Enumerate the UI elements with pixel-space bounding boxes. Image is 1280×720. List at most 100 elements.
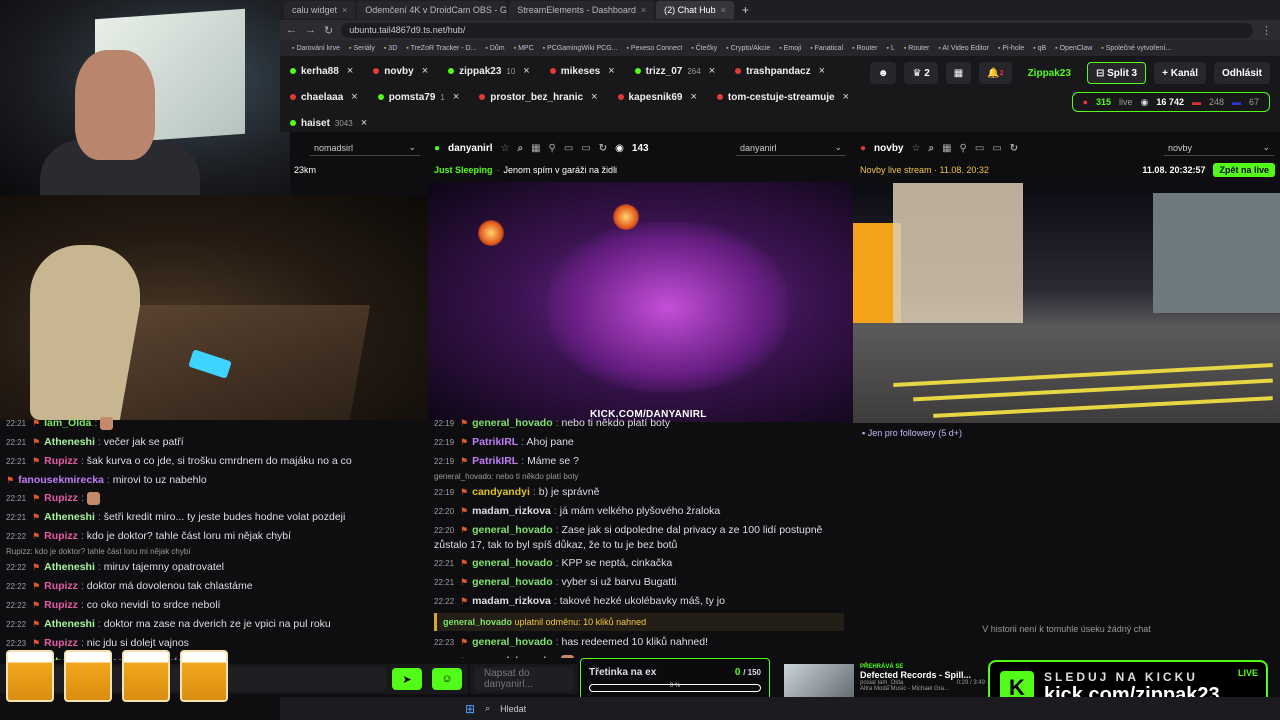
bookmark-item[interactable]: qB (1033, 45, 1047, 52)
pin-icon[interactable]: ⚲ (960, 143, 967, 154)
chat-username[interactable]: general_hovado (472, 524, 553, 536)
send-button[interactable]: ➤ (392, 668, 422, 690)
close-icon[interactable]: × (608, 65, 614, 77)
refresh-icon[interactable]: ↻ (1010, 143, 1018, 154)
chat-username[interactable]: Atheneshi (44, 511, 95, 523)
menu-icon[interactable]: ⋮ (1261, 24, 1280, 37)
chat-username[interactable]: Rupizz (44, 580, 78, 592)
close-icon[interactable]: × (709, 65, 715, 77)
channel-chip[interactable]: trizz_07 264 × (625, 60, 725, 82)
close-icon[interactable]: × (422, 65, 428, 77)
mid-stream-video[interactable]: KICK.COM/DANYANIRL (428, 182, 853, 422)
close-icon[interactable]: × (347, 65, 353, 77)
channel-chip[interactable]: kerha88 × (280, 60, 363, 82)
bookmark-item[interactable]: OpenClaw (1055, 45, 1093, 52)
address-input[interactable]: ubuntu.tail4867d9.ts.net/hub/ (341, 22, 1253, 38)
bookmark-item[interactable]: TreZoR Tracker - D... (406, 45, 477, 52)
right-channel-select[interactable]: novby ⌄ (1164, 140, 1274, 156)
bookmark-item[interactable]: Dům (485, 45, 505, 52)
back-to-live-button[interactable]: Zpět na live (1213, 163, 1275, 177)
close-icon[interactable]: × (843, 91, 849, 103)
chat-username[interactable]: Atheneshi (44, 618, 95, 630)
bookmark-item[interactable]: MPC (514, 45, 534, 52)
close-icon[interactable]: × (819, 65, 825, 77)
windows-icon[interactable]: ⊞ (465, 702, 475, 716)
chat-username[interactable]: general_hovado (472, 576, 553, 588)
chat-username[interactable]: general_hovado (443, 617, 512, 627)
reload-icon[interactable]: ↻ (324, 24, 333, 37)
channel-chip[interactable]: haiset 3043 × (280, 112, 377, 134)
pin-icon[interactable]: ⚲ (549, 143, 556, 154)
chat-username[interactable]: general_hovado (472, 655, 553, 658)
browser-tab[interactable]: StreamElements - Dashboard × (509, 1, 655, 19)
channel-name[interactable]: novby (874, 143, 903, 154)
chat-username[interactable]: Atheneshi (44, 436, 95, 448)
bookmark-item[interactable]: Pi-hole (998, 45, 1024, 52)
channel-chip[interactable]: pomsta79 1 × (368, 86, 470, 108)
bookmark-item[interactable]: Pexeso Connect (626, 45, 682, 52)
chat-username[interactable]: Rupizz (44, 455, 78, 467)
chat-username[interactable]: Rupizz (44, 637, 78, 649)
screen-icon[interactable]: ▭ (581, 143, 590, 154)
browser-tab-active[interactable]: (2) Chat Hub × (656, 1, 734, 19)
chat-icon[interactable]: ▭ (564, 143, 573, 154)
channel-chip[interactable]: trashpandacz × (725, 60, 835, 82)
chat-username[interactable]: Rupizz (44, 599, 78, 611)
star-icon[interactable]: ☆ (501, 143, 510, 154)
channel-chip[interactable]: tom-cestuje-streamuje × (707, 86, 859, 108)
right-stream-video[interactable] (853, 183, 1280, 423)
left-channel-select[interactable]: nomadsirl ⌄ (310, 140, 420, 156)
search-icon[interactable]: ⌕ (485, 703, 490, 714)
new-tab-icon[interactable]: + (736, 3, 755, 17)
chat-username[interactable]: general_hovado (472, 557, 553, 569)
channel-chip[interactable]: chaelaaa × (280, 86, 368, 108)
bookmark-item[interactable]: Seriály (349, 45, 374, 52)
close-icon[interactable]: × (453, 91, 459, 103)
bookmark-item[interactable]: Router (852, 45, 878, 52)
search-icon[interactable]: ⌕ (517, 143, 523, 154)
close-icon[interactable]: × (351, 91, 357, 103)
browser-tab[interactable]: Odemčení 4K v DroidCam OBS - Go...× (357, 1, 508, 19)
chat-username[interactable]: Iam_Olda (44, 417, 91, 429)
chat-username[interactable]: general_hovado (472, 636, 553, 648)
bookmark-item[interactable]: Emoji (779, 45, 802, 52)
add-channel-button[interactable]: + Kanál (1154, 62, 1206, 84)
close-icon[interactable]: × (641, 5, 646, 15)
channel-chip[interactable]: zippak23 10 × (438, 60, 540, 82)
bell-icon[interactable]: 🔔 2 (979, 62, 1012, 84)
close-icon[interactable]: × (342, 5, 347, 15)
chat-username[interactable]: Atheneshi (44, 561, 95, 573)
chat-username[interactable]: candyandyi (472, 486, 530, 498)
chat-username[interactable]: madam_rizkova (472, 595, 551, 607)
chat-username[interactable]: PatrikIRL (472, 455, 518, 467)
logout-button[interactable]: Odhlásit (1213, 62, 1270, 84)
back-icon[interactable]: ← (286, 24, 297, 36)
close-icon[interactable]: × (523, 65, 529, 77)
close-icon[interactable]: × (591, 91, 597, 103)
bookmark-item[interactable]: Crypto/Akcie (726, 45, 771, 52)
channel-name[interactable]: danyanirl (448, 143, 492, 154)
channel-chip[interactable]: mikeses × (540, 60, 625, 82)
chat-username[interactable]: Rupizz (44, 530, 78, 542)
bookmark-item[interactable]: PCGamingWiki PCG... (543, 45, 617, 52)
close-icon[interactable]: × (721, 5, 726, 15)
chat-username[interactable]: PatrikIRL (472, 436, 518, 448)
mid-chat-input[interactable]: Napsat do danyanirl... (474, 667, 574, 691)
bookmark-item[interactable]: Darování krve (292, 45, 340, 52)
bookmark-item[interactable]: AI Video Editor (938, 45, 989, 52)
channel-chip[interactable]: prostor_bez_hranic × (469, 86, 607, 108)
split-button[interactable]: ⊟ Split 3 (1086, 62, 1147, 84)
stats-icon[interactable]: ▦ (945, 62, 972, 84)
chat-username[interactable]: general_hovado (472, 417, 553, 429)
refresh-icon[interactable]: ↻ (599, 143, 607, 154)
chat-username[interactable]: fanousekmirecka (18, 474, 104, 486)
forward-icon[interactable]: → (305, 24, 316, 36)
channel-chip[interactable]: kapesnik69 × (608, 86, 707, 108)
grid-icon[interactable]: ▦ (531, 143, 540, 154)
mid-channel-select[interactable]: danyanirl ⌄ (736, 140, 846, 156)
channel-chip[interactable]: novby × (363, 60, 438, 82)
emoji-button[interactable]: ☺ (432, 668, 462, 690)
bookmark-item[interactable]: 3D (384, 45, 397, 52)
streamer-icon[interactable]: ☻ (869, 62, 897, 84)
close-icon[interactable]: × (690, 91, 696, 103)
